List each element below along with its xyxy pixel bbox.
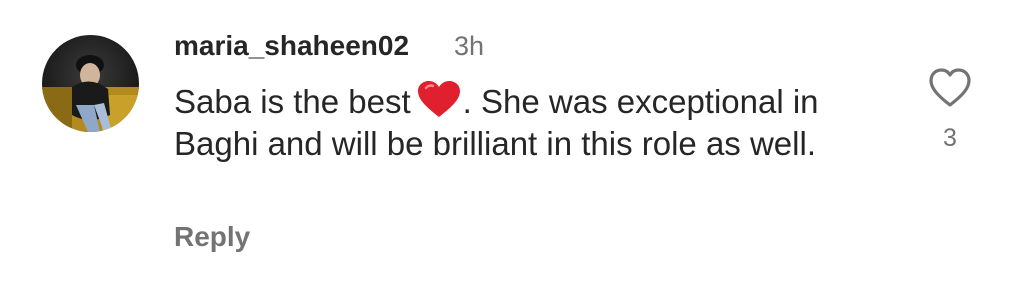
timestamp: 3h: [454, 31, 485, 61]
reply-button[interactable]: Reply: [174, 217, 250, 257]
avatar[interactable]: [42, 35, 139, 132]
username[interactable]: maria_shaheen02: [174, 26, 409, 66]
comment-text: Saba is the best . She was exceptional i…: [174, 80, 874, 165]
heart-outline-icon: [929, 68, 971, 107]
comment-text-start: Saba is the best: [174, 83, 411, 120]
like-count: 3: [943, 124, 957, 152]
comment-item: maria_shaheen02 3h Saba is the best . Sh…: [0, 0, 1024, 283]
like-button[interactable]: [928, 66, 972, 110]
red-heart-emoji-icon: [417, 81, 460, 117]
avatar-photo: [42, 35, 139, 132]
